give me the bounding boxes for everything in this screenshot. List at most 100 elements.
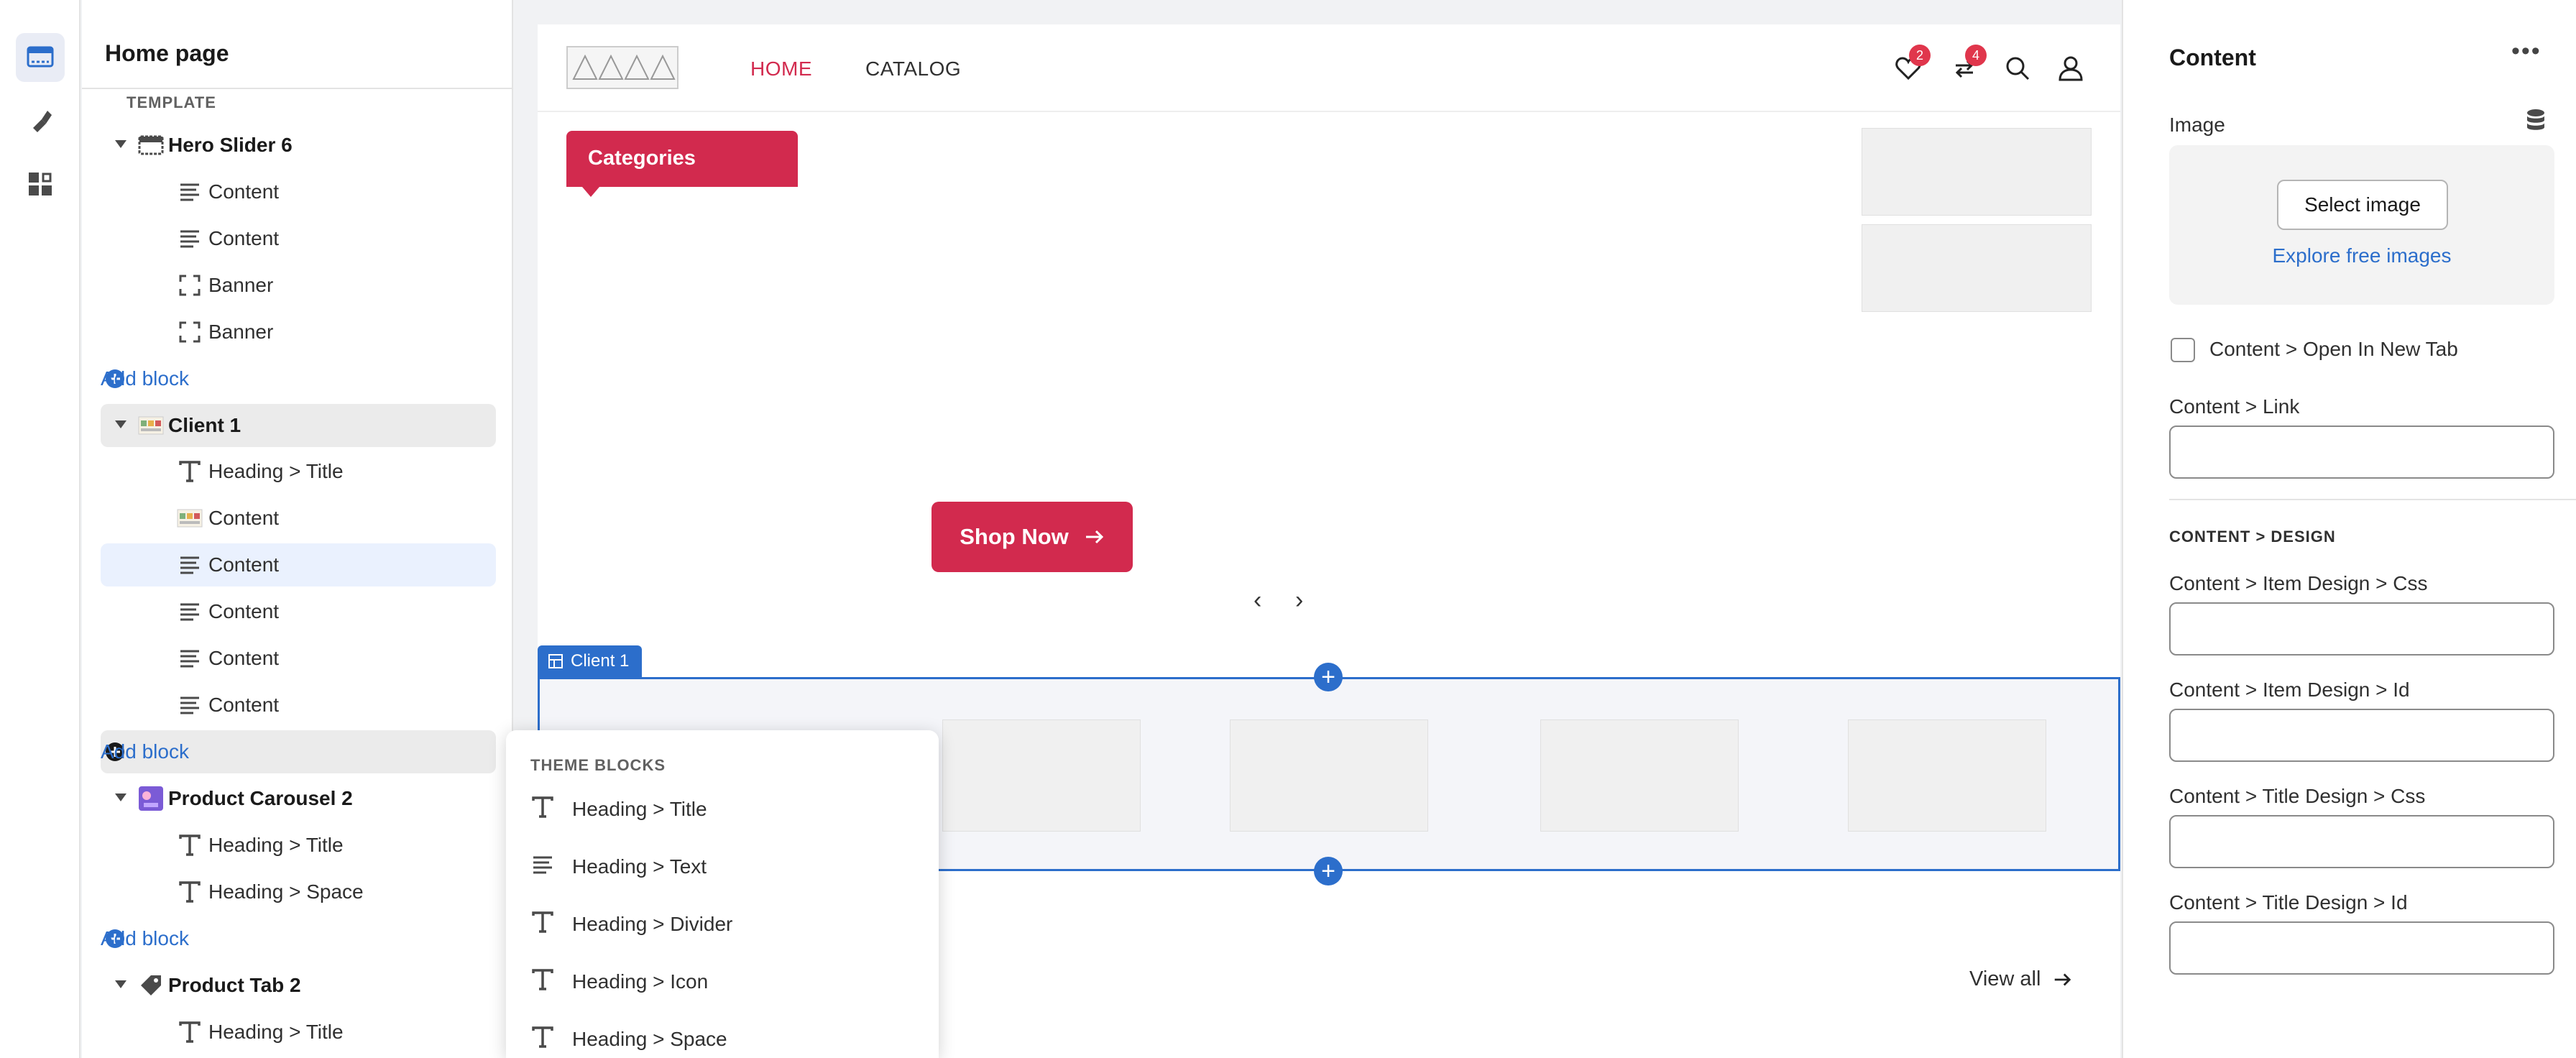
- client-logo-image[interactable]: [942, 719, 1141, 832]
- block-row-heading-title[interactable]: Heading > Title: [101, 824, 496, 867]
- heading-t-icon: [530, 967, 555, 997]
- block-row-content[interactable]: Content: [101, 543, 496, 586]
- shop-now-label: Shop Now: [960, 524, 1069, 549]
- client-thumbnail-icon: [137, 411, 165, 440]
- frame-icon: [175, 271, 204, 300]
- slider-next-icon[interactable]: ›: [1295, 586, 1303, 615]
- theme-block-option-heading-title[interactable]: Heading > Title: [530, 788, 707, 831]
- row-label: Banner: [208, 321, 274, 343]
- nav-catalog-link[interactable]: CATALOG: [865, 58, 961, 80]
- block-row-heading-space[interactable]: Heading > Space: [101, 870, 496, 914]
- client-logo-image[interactable]: [1848, 719, 2046, 832]
- row-label: Content: [208, 507, 280, 529]
- section-row-product-carousel-2[interactable]: Product Carousel 2: [101, 777, 496, 820]
- add-block-row[interactable]: Add block: [101, 917, 496, 960]
- more-options-icon[interactable]: •••: [2511, 37, 2542, 65]
- open-new-tab-checkbox[interactable]: [2171, 338, 2195, 362]
- text-lines-icon: [175, 691, 204, 719]
- categories-button[interactable]: Categories: [566, 131, 798, 197]
- add-section-above-icon[interactable]: +: [1314, 663, 1343, 691]
- heading-t-icon: [530, 910, 555, 939]
- block-row-banner[interactable]: Banner: [101, 310, 496, 354]
- link-input[interactable]: [2169, 426, 2554, 479]
- theme-block-option-label: Heading > Icon: [572, 970, 709, 993]
- section-grid-icon: [548, 654, 563, 668]
- item-css-input[interactable]: [2169, 602, 2554, 656]
- row-label: Content: [208, 180, 280, 203]
- collapse-caret-icon[interactable]: [115, 140, 126, 148]
- arrow-right-icon: [1085, 530, 1103, 544]
- row-label: Banner: [208, 274, 274, 296]
- app-embeds-icon[interactable]: [16, 160, 65, 208]
- collapse-caret-icon[interactable]: [115, 794, 126, 801]
- select-image-button[interactable]: Select image: [2277, 180, 2448, 230]
- block-row-content[interactable]: Content: [101, 497, 496, 540]
- theme-block-option-label: Heading > Divider: [572, 913, 733, 935]
- dynamic-source-icon[interactable]: [2524, 108, 2547, 139]
- theme-block-option-heading-divider[interactable]: Heading > Divider: [530, 903, 732, 946]
- block-row-banner[interactable]: Banner: [101, 264, 496, 307]
- row-label: Product Tab 2: [168, 974, 301, 996]
- row-label: Content: [208, 600, 280, 622]
- block-row-content[interactable]: Content: [101, 170, 496, 213]
- theme-block-option-heading-icon[interactable]: Heading > Icon: [530, 960, 708, 1003]
- title-id-input[interactable]: [2169, 921, 2554, 975]
- block-settings-panel: Content ••• Image Select image Explore f…: [2122, 0, 2576, 1058]
- section-row-client-1[interactable]: Client 1: [101, 404, 496, 447]
- wishlist-heart-icon[interactable]: 2: [1890, 45, 1931, 86]
- block-row-heading-title[interactable]: Heading > Title: [101, 450, 496, 493]
- block-row-content[interactable]: Content: [101, 590, 496, 633]
- block-row-heading-title[interactable]: Heading > Title: [101, 1011, 496, 1054]
- theme-settings-brush-icon[interactable]: [16, 96, 65, 145]
- section-row-product-tab-2[interactable]: Product Tab 2: [101, 964, 496, 1007]
- theme-blocks-title: THEME BLOCKS: [530, 756, 666, 774]
- add-block-row[interactable]: Add block: [101, 730, 496, 773]
- text-lines-icon: [175, 178, 204, 206]
- store-logo[interactable]: [566, 46, 678, 89]
- row-label: Client 1: [168, 414, 242, 436]
- settings-divider: [2169, 499, 2576, 500]
- text-lines-icon: [175, 224, 204, 253]
- sections-icon[interactable]: [16, 33, 65, 82]
- account-icon[interactable]: [2053, 50, 2089, 86]
- heading-t-icon: [175, 1018, 204, 1046]
- collapse-caret-icon[interactable]: [115, 980, 126, 988]
- theme-block-option-label: Heading > Title: [572, 798, 707, 820]
- view-all-link[interactable]: View all: [1969, 967, 2072, 991]
- compare-icon[interactable]: 4: [1946, 45, 1987, 86]
- section-row-hero-slider-6[interactable]: Hero Slider 6: [101, 124, 496, 167]
- title-css-label: Content > Title Design > Css: [2169, 785, 2426, 807]
- client-logo-image[interactable]: [1230, 719, 1428, 832]
- image-picker: Select image Explore free images: [2169, 145, 2554, 305]
- heading-t-icon: [530, 795, 555, 824]
- slideshow-icon: [137, 131, 165, 160]
- image-thumbnail-icon: [175, 504, 204, 533]
- theme-block-option-label: Heading > Space: [572, 1028, 727, 1050]
- add-block-row[interactable]: Add block: [101, 357, 496, 400]
- search-icon[interactable]: [2000, 50, 2036, 86]
- theme-block-option-heading-space[interactable]: Heading > Space: [530, 1018, 727, 1058]
- row-label: Heading > Title: [208, 834, 344, 856]
- nav-home-link[interactable]: HOME: [750, 58, 812, 80]
- theme-block-option-heading-text[interactable]: Heading > Text: [530, 845, 707, 888]
- block-row-content[interactable]: Content: [101, 217, 496, 260]
- block-row-content[interactable]: Content: [101, 684, 496, 727]
- explore-free-images-link[interactable]: Explore free images: [2169, 244, 2554, 267]
- item-id-input[interactable]: [2169, 709, 2554, 762]
- block-row-content[interactable]: Content: [101, 637, 496, 680]
- carousel-thumbnail-icon: [137, 784, 165, 813]
- client-section-tag[interactable]: Client 1: [538, 645, 643, 677]
- hero-banner-image: [1862, 128, 2092, 216]
- client-logo-image[interactable]: [1540, 719, 1739, 832]
- slider-prev-icon[interactable]: ‹: [1254, 586, 1261, 615]
- title-id-label: Content > Title Design > Id: [2169, 891, 2408, 914]
- template-label: TEMPLATE: [126, 93, 216, 111]
- text-lines-icon: [175, 551, 204, 579]
- title-css-input[interactable]: [2169, 815, 2554, 868]
- sidebar-divider: [82, 88, 513, 89]
- shop-now-button[interactable]: Shop Now: [932, 502, 1133, 572]
- collapse-caret-icon[interactable]: [115, 420, 126, 428]
- design-section-heading: CONTENT > DESIGN: [2169, 528, 2336, 546]
- add-section-below-icon[interactable]: +: [1314, 857, 1343, 886]
- text-lines-icon: [175, 597, 204, 626]
